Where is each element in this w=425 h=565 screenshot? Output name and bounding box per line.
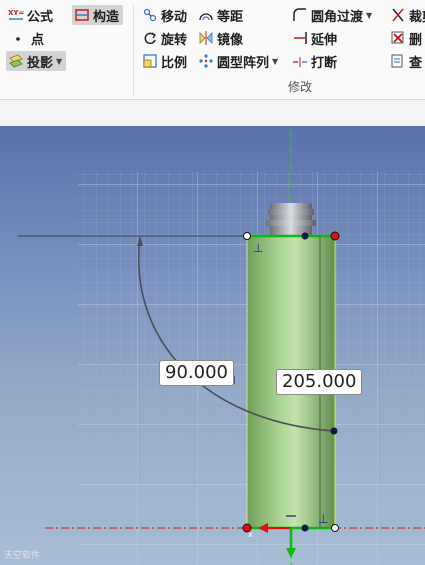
cylinder-cap	[266, 203, 316, 235]
point-bottom-right	[331, 524, 339, 532]
delete-icon	[390, 30, 406, 46]
construct-label: 构造	[93, 9, 120, 25]
mirror-icon	[198, 30, 214, 46]
construct-icon	[74, 7, 90, 23]
cad-viewport[interactable]: ⊥ ⊥ x 90.000 205.000 天空软件	[0, 126, 425, 565]
break-icon	[292, 53, 308, 69]
chevron-down-icon: ▼	[272, 56, 279, 66]
extend-label: 延伸	[311, 32, 338, 48]
x-axis-label: x	[248, 530, 253, 539]
move-button[interactable]: 移动	[142, 5, 187, 25]
circular-array-icon	[198, 53, 214, 69]
angle-dimension-value[interactable]: 90.000	[159, 360, 234, 386]
ribbon-toolbar: XY= 公式 构造 点 投影 ▼ 移动 旋转 比例 等距 镜像 圆型阵列 ▼ 圆…	[0, 0, 425, 100]
project-icon	[8, 53, 24, 69]
rotate-button[interactable]: 旋转	[142, 28, 187, 48]
watermark-text: 天空软件	[4, 551, 41, 561]
move-label: 移动	[161, 9, 188, 25]
chevron-down-icon: ▼	[366, 10, 373, 20]
scale-button[interactable]: 比例	[142, 51, 187, 71]
scale-label: 比例	[161, 55, 188, 71]
construct-button[interactable]: 构造	[72, 5, 124, 25]
offset-label: 等距	[217, 9, 244, 25]
point-top-left	[243, 232, 251, 240]
extend-button[interactable]: 延伸	[292, 28, 337, 48]
fillet-label: 圆角过渡	[311, 9, 364, 25]
length-dimension-value[interactable]: 205.000	[276, 369, 363, 395]
point-bottom-mid	[301, 524, 309, 532]
trim-button[interactable]: 裁剪	[390, 5, 425, 25]
viewport-canvas: ⊥ ⊥ x	[18, 130, 425, 565]
formula-label: 公式	[27, 9, 54, 25]
formula-icon: XY=	[8, 7, 24, 23]
modify-group-title: 修改	[288, 80, 313, 94]
perpendicular-mark-top: ⊥	[253, 241, 263, 255]
point-button[interactable]: 点	[12, 28, 44, 48]
ribbon-separator	[133, 4, 134, 96]
check-label: 查	[409, 55, 423, 71]
mirror-label: 镜像	[217, 32, 244, 48]
break-label: 打断	[311, 55, 338, 71]
break-button[interactable]: 打断	[292, 51, 337, 71]
formula-button[interactable]: XY= 公式	[8, 5, 53, 25]
scale-icon	[142, 53, 158, 69]
delete-label: 删	[409, 32, 423, 48]
rotate-icon	[142, 30, 158, 46]
delete-button[interactable]: 删	[390, 28, 422, 48]
fillet-button[interactable]: 圆角过渡 ▼	[292, 5, 372, 25]
svg-text:XY=: XY=	[8, 9, 24, 17]
trim-icon	[390, 7, 406, 23]
rotate-label: 旋转	[161, 32, 188, 48]
project-label: 投影	[27, 55, 54, 71]
offset-icon	[198, 7, 214, 23]
mirror-button[interactable]: 镜像	[198, 28, 243, 48]
trim-label: 裁剪	[409, 9, 425, 25]
extend-icon	[292, 30, 308, 46]
move-icon	[142, 7, 158, 23]
offset-button[interactable]: 等距	[198, 5, 243, 25]
point-top-mid	[301, 232, 309, 240]
circular-array-label: 圆型阵列	[217, 55, 270, 71]
point-arc-end	[330, 427, 338, 435]
fillet-icon	[292, 7, 308, 23]
chevron-down-icon: ▼	[56, 56, 63, 66]
perpendicular-mark-bottom: ⊥	[318, 512, 328, 526]
circular-array-button[interactable]: 圆型阵列 ▼	[198, 51, 278, 71]
check-icon	[390, 53, 406, 69]
point-label: 点	[31, 32, 45, 48]
view-tab-strip	[0, 100, 425, 126]
check-button[interactable]: 查	[390, 51, 422, 71]
point-icon	[12, 30, 28, 46]
project-button[interactable]: 投影 ▼	[6, 51, 67, 71]
point-top-right	[330, 231, 340, 241]
